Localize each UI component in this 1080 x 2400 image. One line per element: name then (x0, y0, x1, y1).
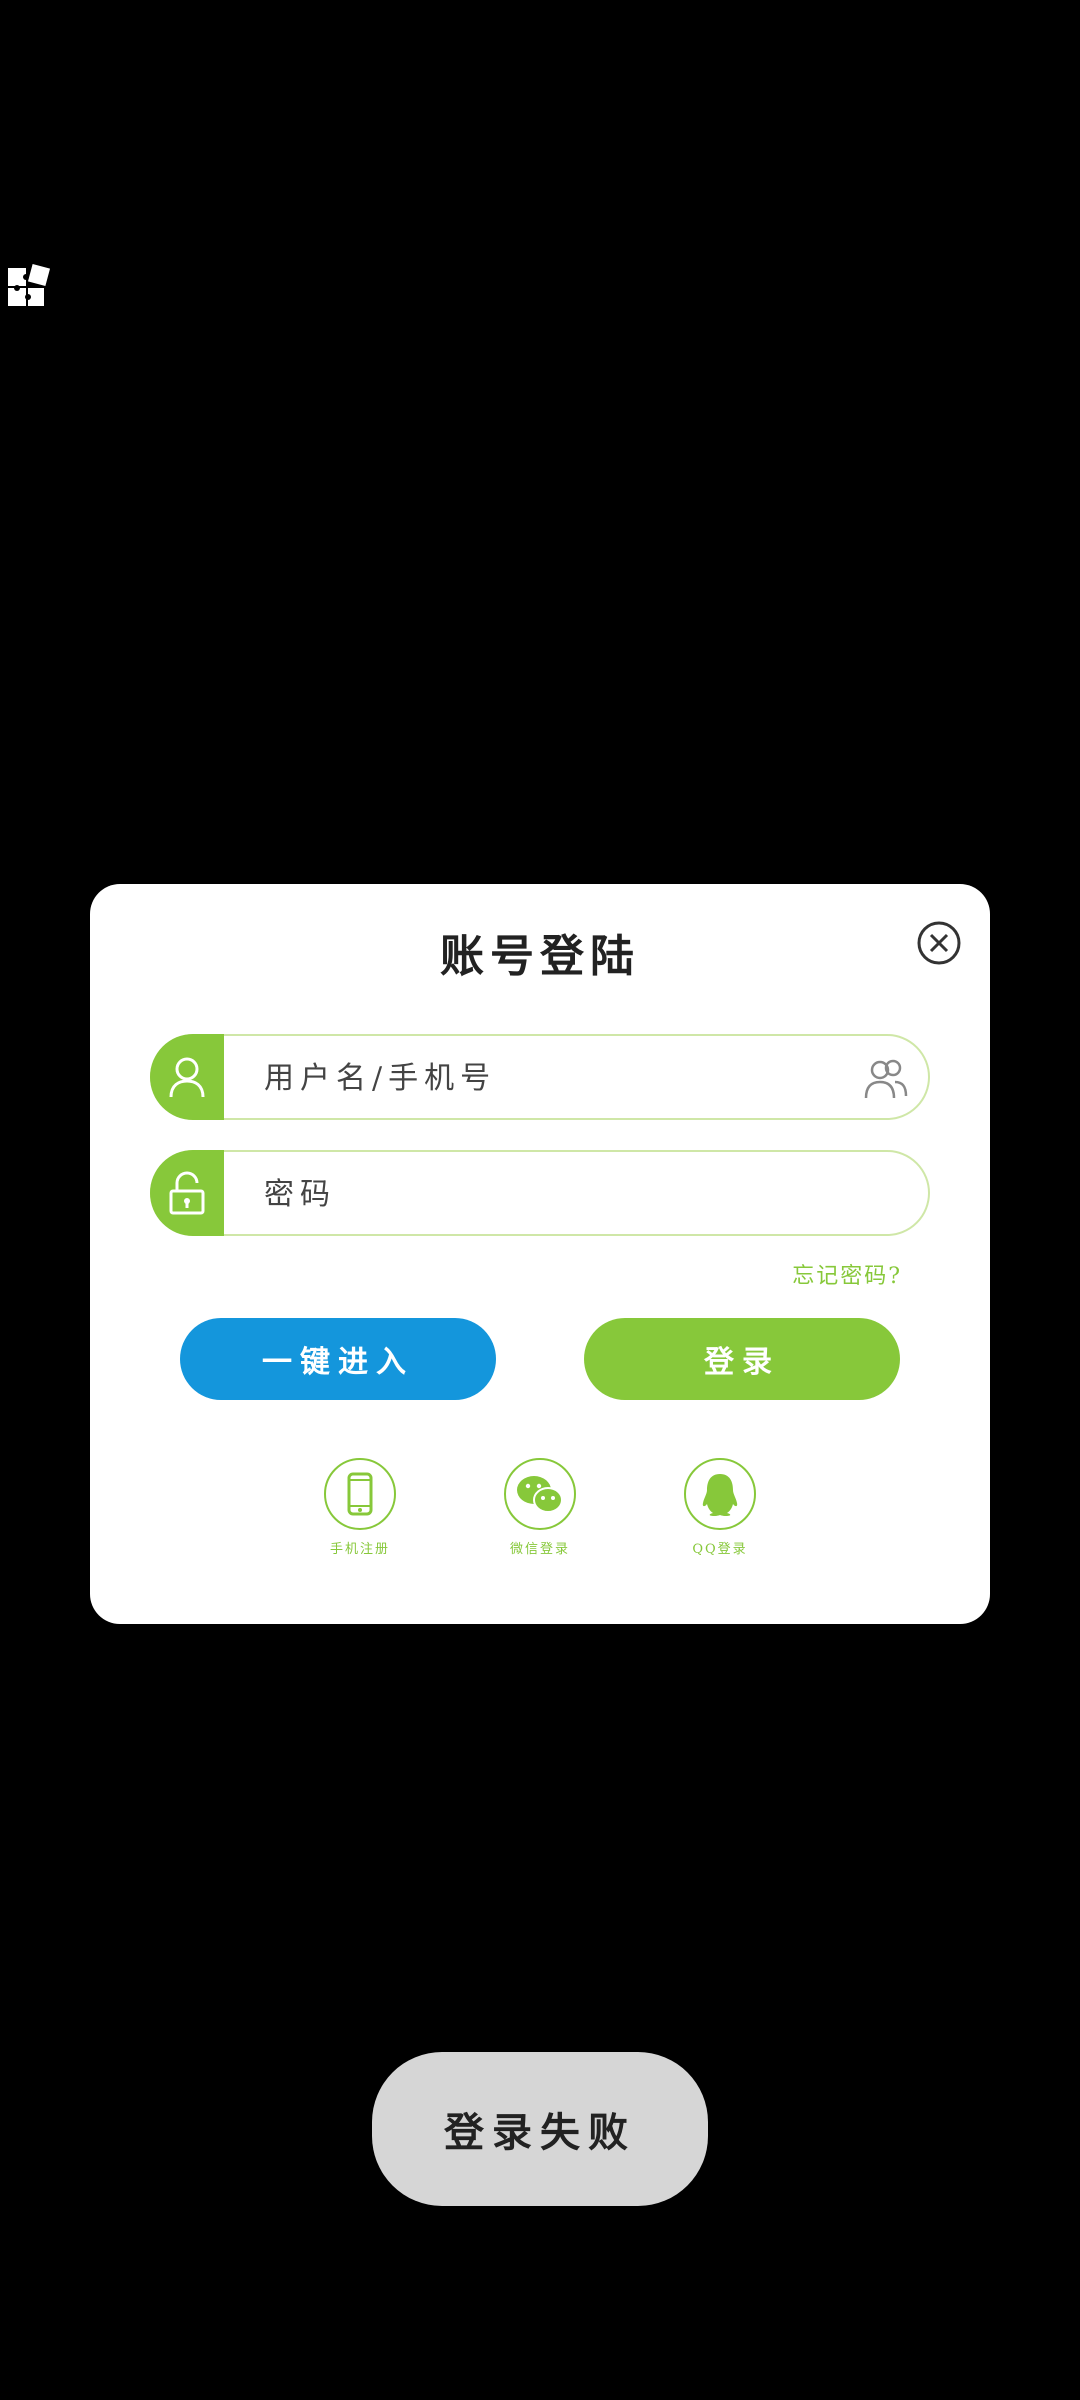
close-button[interactable] (916, 920, 962, 966)
forgot-password-link[interactable]: 忘记密码? (792, 1258, 902, 1290)
qq-login-button[interactable]: QQ登录 (660, 1458, 780, 1557)
wechat-login-label: 微信登录 (509, 1542, 570, 1557)
phone-icon (324, 1458, 396, 1530)
accounts-icon[interactable] (862, 1054, 910, 1102)
login-button[interactable]: 登录 (584, 1318, 900, 1400)
quick-enter-button[interactable]: 一键进入 (180, 1318, 496, 1400)
password-field (150, 1150, 930, 1236)
qq-icon (684, 1458, 756, 1530)
wechat-icon (504, 1458, 576, 1530)
dialog-title: 账号登陆 (440, 931, 640, 982)
username-field (150, 1034, 930, 1120)
qq-login-label: QQ登录 (692, 1542, 748, 1557)
screen: 账号登陆 用户名/手机号 忘记密码? 一键进入 登录 手机注册 微信登录 QQ登… (0, 0, 1080, 2400)
toast-message: 登录失败 (372, 2052, 708, 2206)
user-icon (150, 1034, 224, 1120)
wechat-login-button[interactable]: 微信登录 (480, 1458, 600, 1557)
login-dialog: 账号登陆 用户名/手机号 忘记密码? 一键进入 登录 手机注册 微信登录 QQ登… (90, 884, 990, 1624)
phone-register-button[interactable]: 手机注册 (300, 1458, 420, 1557)
lock-icon (150, 1150, 224, 1236)
username-input[interactable] (262, 1036, 806, 1120)
phone-register-label: 手机注册 (329, 1542, 390, 1557)
puzzle-icon[interactable] (4, 262, 52, 310)
password-input[interactable] (262, 1152, 806, 1236)
close-icon (917, 921, 961, 965)
